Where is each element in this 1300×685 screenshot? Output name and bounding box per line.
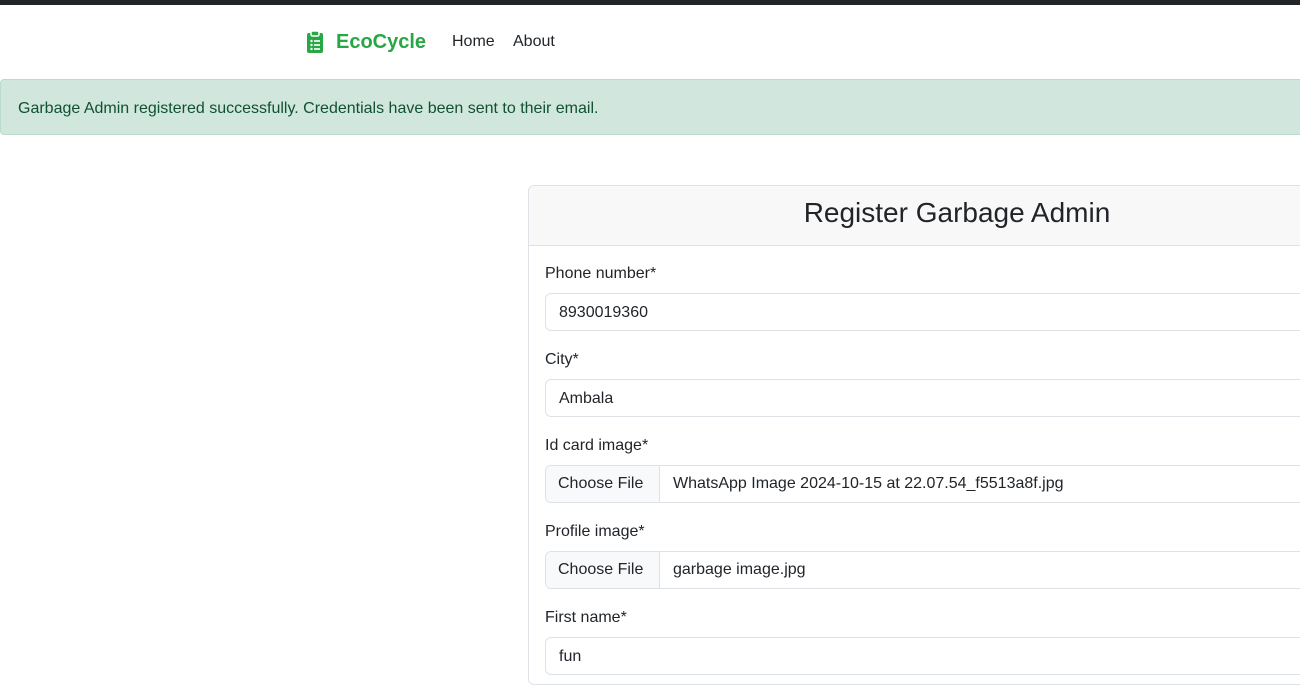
page-title: Register Garbage Admin [803, 197, 1111, 228]
card-header: Register Garbage Admin [529, 186, 1300, 246]
choose-file-label: Choose File [558, 561, 644, 578]
register-card: Register Garbage Admin Phone number* 893… [528, 185, 1300, 685]
profile-image-file-input[interactable]: Choose File garbage image.jpg [545, 551, 1300, 589]
city-value: Ambala [559, 390, 614, 407]
profile-image-label: Profile image* [545, 523, 645, 540]
phone-value: 8930019360 [559, 304, 648, 321]
clipboard-list-icon [305, 30, 325, 54]
id-card-file-input[interactable]: Choose File WhatsApp Image 2024-10-15 at… [545, 465, 1300, 503]
city-field[interactable]: Ambala [545, 379, 1300, 417]
id-card-label: Id card image* [545, 437, 649, 454]
success-alert: Garbage Admin registered successfully. C… [0, 79, 1300, 135]
id-card-file-name: WhatsApp Image 2024-10-15 at 22.07.54_f5… [673, 475, 1064, 492]
brand-link[interactable]: EcoCycle [305, 28, 426, 56]
nav-link-about[interactable]: About [513, 32, 555, 52]
brand-name: EcoCycle [336, 31, 427, 53]
first-name-field[interactable]: fun [545, 637, 1300, 675]
id-card-choose-file-button[interactable]: Choose File [546, 466, 660, 502]
profile-choose-file-button[interactable]: Choose File [546, 552, 660, 588]
phone-field[interactable]: 8930019360 [545, 293, 1300, 331]
first-name-value: fun [559, 648, 582, 665]
nav-link-home[interactable]: Home [452, 32, 495, 52]
choose-file-label: Choose File [558, 475, 644, 492]
navbar: EcoCycle Home About [0, 5, 1300, 79]
profile-file-name: garbage image.jpg [673, 561, 806, 578]
alert-message: Garbage Admin registered successfully. C… [18, 100, 599, 117]
phone-label: Phone number* [545, 265, 657, 282]
first-name-label: First name* [545, 609, 627, 626]
city-label: City* [545, 351, 579, 368]
